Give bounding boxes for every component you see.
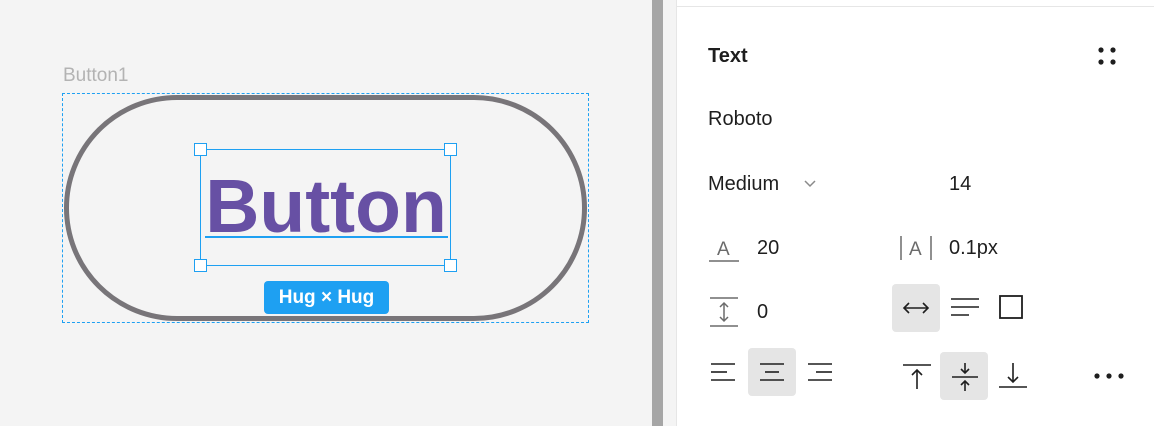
font-weight-select[interactable]: Medium [708,173,779,196]
section-title: Text [708,45,748,67]
align-top-button[interactable] [892,352,940,400]
align-top-icon [903,364,931,389]
text-selection-box[interactable] [200,149,451,266]
resize-handle-bottom-right[interactable] [444,259,457,272]
auto-width-button[interactable] [892,284,940,332]
align-left-icon [711,363,735,381]
grid-dots-icon[interactable] [1097,46,1117,66]
align-bottom-icon [999,363,1027,388]
chevron-down-icon[interactable] [803,178,817,190]
panel-gutter [663,0,676,426]
font-size-input[interactable]: 14 [949,173,971,196]
panel-splitter[interactable] [652,0,663,426]
more-options-icon[interactable] [1092,370,1126,382]
auto-width-icon [902,302,930,314]
paragraph-spacing-input[interactable]: 0 [757,301,768,324]
size-mode-badge: Hug × Hug [264,281,389,314]
svg-text:A: A [909,239,922,260]
align-right-button[interactable] [796,348,844,396]
resize-handle-bottom-left[interactable] [194,259,207,272]
line-height-input[interactable]: 20 [757,237,779,260]
line-height-icon: A [709,239,739,262]
panel-divider [676,6,1154,7]
align-center-button[interactable] [748,348,796,396]
letter-spacing-icon: A [900,236,932,260]
align-middle-button[interactable] [940,352,988,400]
align-left-button[interactable] [700,348,748,396]
align-center-icon [760,363,784,381]
font-family-select[interactable]: Roboto [708,108,773,131]
frame-label[interactable]: Button1 [63,65,129,87]
fixed-size-button[interactable] [988,284,1036,332]
align-right-icon [808,363,832,381]
resize-handle-top-left[interactable] [194,143,207,156]
paragraph-spacing-icon [710,297,738,327]
align-middle-icon [952,363,978,391]
align-bottom-button[interactable] [988,352,1036,400]
svg-text:A: A [717,239,730,260]
auto-height-button[interactable] [940,284,988,332]
letter-spacing-input[interactable]: 0.1px [949,237,998,260]
resize-handle-top-right[interactable] [444,143,457,156]
fixed-size-icon [999,295,1023,319]
auto-height-icon [951,298,979,316]
